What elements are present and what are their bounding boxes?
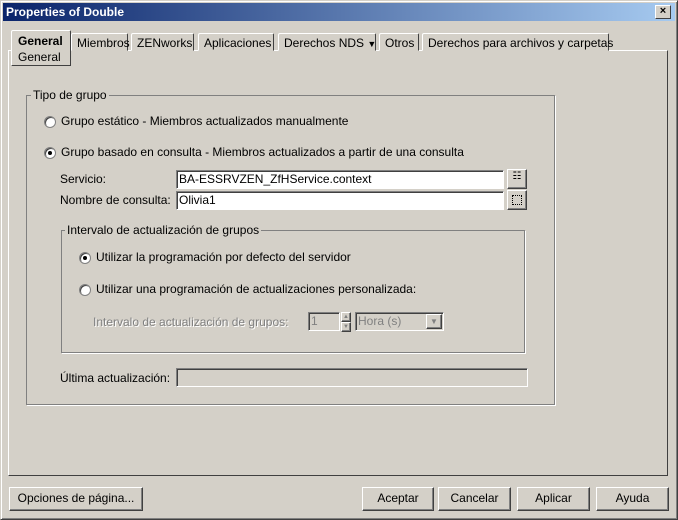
chevron-down-icon: ▼ [367, 39, 377, 49]
last-update-label: Última actualización: [60, 371, 171, 385]
custom-schedule-label: Utilizar una programación de actualizaci… [96, 282, 417, 296]
tab-aplicaciones[interactable]: Aplicaciones [198, 33, 274, 51]
default-schedule-label: Utilizar la programación por defecto del… [96, 250, 351, 264]
interval-label: Intervalo de actualización de grupos: [93, 315, 289, 329]
service-label: Servicio: [60, 172, 107, 186]
interval-unit-select[interactable]: Hora (s) ▼ [355, 312, 444, 331]
subtab-general[interactable]: General [18, 50, 65, 64]
query-name-input[interactable]: Olivia1 [176, 191, 504, 210]
title-bar: Properties of Double × [3, 3, 675, 21]
ok-button[interactable]: Aceptar [362, 487, 434, 511]
tab-derechos-nds[interactable]: Derechos NDS ▼ [278, 33, 376, 51]
tab-zenworks[interactable]: ZENworks [131, 33, 194, 51]
query-group-label: Grupo basado en consulta - Miembros actu… [61, 145, 464, 159]
tab-derechos-archivos[interactable]: Derechos para archivos y carpetas [422, 33, 613, 51]
query-group-radio[interactable] [44, 147, 56, 159]
spin-up-button[interactable]: ▲ [341, 312, 351, 322]
help-button[interactable]: Ayuda [596, 487, 669, 511]
dotted-box-icon [512, 195, 522, 205]
interval-legend: Intervalo de actualización de grupos [65, 223, 262, 237]
tab-general[interactable]: General General [11, 30, 71, 66]
apply-button[interactable]: Aplicar [517, 487, 590, 511]
query-browse-button[interactable] [507, 190, 527, 210]
last-update-field [176, 368, 528, 387]
tab-otros[interactable]: Otros [379, 33, 419, 51]
custom-schedule-radio[interactable] [79, 284, 91, 296]
static-group-radio[interactable] [44, 116, 56, 128]
chevron-down-icon[interactable]: ▼ [426, 314, 442, 329]
close-button[interactable]: × [655, 5, 671, 19]
page-options-button[interactable]: Opciones de página... [9, 487, 143, 511]
cancel-button[interactable]: Cancelar [438, 487, 511, 511]
browse-tree-button[interactable]: ☷ [507, 169, 527, 189]
query-name-label: Nombre de consulta: [60, 193, 171, 207]
interval-value-input[interactable]: 1 [308, 312, 340, 331]
group-type-legend: Tipo de grupo [31, 88, 109, 102]
tree-browse-icon: ☷ [512, 171, 522, 182]
default-schedule-radio[interactable] [79, 252, 91, 264]
service-input[interactable]: BA-ESSRVZEN_ZfHService.context [176, 170, 504, 189]
static-group-label: Grupo estático - Miembros actualizados m… [61, 114, 349, 128]
spin-down-button[interactable]: ▼ [341, 322, 351, 332]
tab-miembros[interactable]: Miembros [71, 33, 130, 51]
window-title: Properties of Double [6, 5, 125, 19]
